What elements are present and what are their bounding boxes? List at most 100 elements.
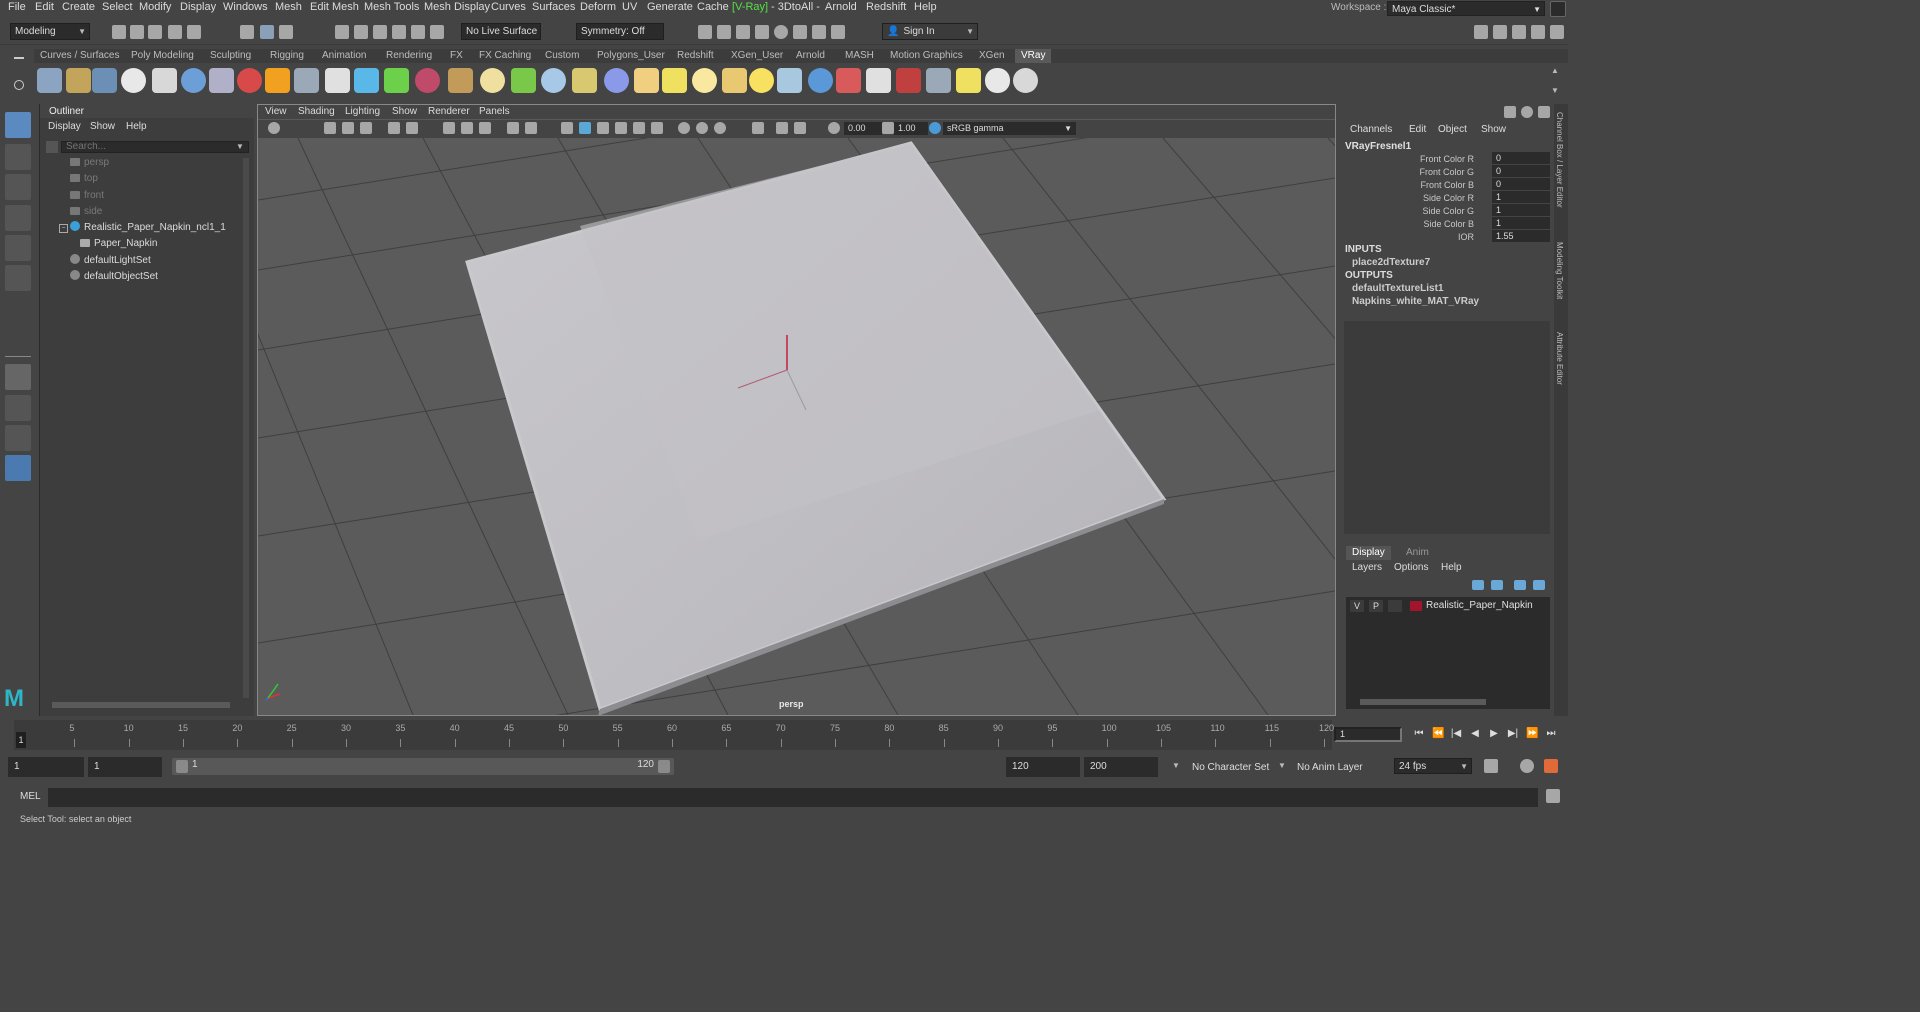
menu-deform[interactable]: Deform — [580, 1, 616, 13]
vray-fur-icon[interactable] — [92, 68, 117, 93]
vray-flag-icon[interactable] — [836, 68, 861, 93]
menu-create[interactable]: Create — [62, 1, 95, 13]
vray-grass-icon[interactable] — [511, 68, 536, 93]
pause-viewport-icon[interactable] — [831, 25, 845, 39]
vray-settings-icon[interactable] — [152, 68, 177, 93]
render-frame-icon[interactable] — [717, 25, 731, 39]
layer-name[interactable]: Realistic_Paper_Napkin — [1426, 599, 1533, 613]
viewport-menu-lighting[interactable]: Lighting — [345, 106, 380, 117]
outliner-item-top[interactable]: top — [70, 172, 98, 186]
ambient-occlusion-icon[interactable] — [678, 122, 690, 134]
workspace-dropdown[interactable]: Maya Classic* ▼ — [1387, 1, 1545, 16]
vray-texture-icon[interactable] — [448, 68, 473, 93]
layer-menu-help[interactable]: Help — [1441, 562, 1462, 573]
menu-arnold[interactable]: Arnold — [825, 1, 857, 13]
vray-curve-icon[interactable] — [572, 68, 597, 93]
hypershade-icon[interactable] — [774, 25, 788, 39]
vray-frame-buffer-icon[interactable] — [896, 68, 921, 93]
resolution-gate-icon[interactable] — [479, 122, 491, 134]
shelf-scroll-down-icon[interactable]: ▼ — [1551, 86, 1559, 95]
shelf-tab-rendering[interactable]: Rendering — [386, 49, 432, 63]
layer-playback-toggle[interactable]: P — [1369, 600, 1383, 612]
outliner-menu-show[interactable]: Show — [90, 121, 115, 132]
vray-sun-icon[interactable] — [749, 68, 774, 93]
mel-command-input[interactable] — [48, 788, 1538, 807]
attr-field-ior[interactable]: 1.55 — [1492, 230, 1550, 242]
menu-set-dropdown[interactable]: Modeling ▼ — [10, 23, 90, 40]
scale-tool-icon[interactable] — [5, 265, 31, 291]
menu-file[interactable]: File — [8, 1, 26, 13]
input-node-item[interactable]: place2dTexture7 — [1352, 257, 1430, 268]
mel-label[interactable]: MEL — [20, 791, 41, 802]
film-gate-icon[interactable] — [461, 122, 473, 134]
attr-field-side-color-g[interactable]: 1 — [1492, 204, 1550, 216]
camera-attributes-icon[interactable] — [324, 122, 336, 134]
chevron-down-icon[interactable]: ▼ — [236, 142, 244, 151]
new-layer-from-selection-icon[interactable] — [1533, 580, 1545, 590]
viewport-canvas[interactable] — [258, 138, 1335, 715]
textured-icon[interactable] — [615, 122, 627, 134]
vray-water-icon[interactable] — [354, 68, 379, 93]
vray-omni-light-icon[interactable] — [692, 68, 717, 93]
vray-half-dome-icon[interactable] — [634, 68, 659, 93]
snap-curve-icon[interactable] — [354, 25, 368, 39]
outliner-item-default-light-set[interactable]: defaultLightSet — [70, 254, 151, 268]
tool-settings-icon[interactable] — [1531, 25, 1545, 39]
character-set-icon[interactable]: ▼ — [1172, 761, 1180, 770]
output-node-item[interactable]: Napkins_white_MAT_VRay — [1352, 296, 1479, 307]
attr-field-front-color-b[interactable]: 0 — [1492, 178, 1550, 190]
move-tool-icon[interactable] — [5, 205, 31, 231]
lasso-tool-icon[interactable] — [5, 144, 31, 170]
side-tab-attribute-editor[interactable]: Attribute Editor — [1555, 332, 1564, 385]
step-back-frame-icon[interactable]: ⏪ — [1432, 728, 1444, 740]
live-surface-field[interactable]: No Live Surface — [461, 23, 541, 40]
vray-material-icon[interactable] — [181, 68, 206, 93]
vray-displacement-icon[interactable] — [294, 68, 319, 93]
attribute-editor-icon[interactable] — [1512, 25, 1526, 39]
outliner-menu-display[interactable]: Display — [48, 121, 81, 132]
two-d-pan-zoom-icon[interactable] — [388, 122, 400, 134]
render-settings-icon[interactable] — [755, 25, 769, 39]
animation-preferences-icon[interactable] — [1544, 759, 1558, 773]
vray-plane-icon[interactable] — [37, 68, 62, 93]
snap-live-icon[interactable] — [411, 25, 425, 39]
attr-field-side-color-b[interactable]: 1 — [1492, 217, 1550, 229]
vray-render-elements-icon[interactable] — [926, 68, 951, 93]
history-icon[interactable] — [430, 25, 444, 39]
vray-particle-icon[interactable] — [541, 68, 566, 93]
viewport-menu-view[interactable]: View — [265, 106, 287, 117]
lights-icon[interactable] — [633, 122, 645, 134]
select-by-component-icon[interactable] — [279, 25, 293, 39]
viewport-panel[interactable]: View Shading Lighting Show Renderer Pane… — [257, 104, 1336, 716]
shelf-scroll-up-icon[interactable]: ▲ — [1551, 66, 1559, 75]
shelf-tab-vray[interactable]: VRay — [1015, 49, 1052, 63]
vray-cloud-icon[interactable] — [985, 68, 1010, 93]
go-to-start-icon[interactable]: ⏮ — [1413, 728, 1425, 740]
snap-grid-icon[interactable] — [335, 25, 349, 39]
viewport-menu-renderer[interactable]: Renderer — [428, 106, 470, 117]
range-start-handle[interactable] — [176, 760, 188, 773]
animation-end-field[interactable]: 200 — [1084, 757, 1158, 777]
shadows-icon[interactable] — [651, 122, 663, 134]
shelf-tab-motion-graphics[interactable]: Motion Graphics — [890, 49, 963, 63]
playback-end-field[interactable]: 120 — [1006, 757, 1080, 777]
shelf-tab-animation[interactable]: Animation — [322, 49, 366, 63]
menu-generate[interactable]: Generate — [647, 1, 693, 13]
layer-row[interactable]: V P Realistic_Paper_Napkin — [1346, 599, 1546, 613]
render-setup-icon[interactable] — [793, 25, 807, 39]
vray-logo-icon[interactable] — [121, 68, 146, 93]
vray-light-lister-icon[interactable] — [956, 68, 981, 93]
vray-dome-light-icon[interactable] — [480, 68, 505, 93]
shelf-menu-icon[interactable] — [14, 57, 24, 59]
color-management-icon[interactable] — [929, 122, 941, 134]
rotate-tool-icon[interactable] — [5, 235, 31, 261]
channel-menu-edit[interactable]: Edit — [1409, 124, 1426, 135]
bookmark-icon[interactable] — [342, 122, 354, 134]
layer-menu-options[interactable]: Options — [1394, 562, 1428, 573]
time-ruler[interactable]: 1 5 10 15 20 25 30 35 40 45 50 55 60 65 70 75 80 85 90 95 1… — [14, 720, 1334, 750]
new-layer-icon[interactable] — [1514, 580, 1526, 590]
wireframe-icon[interactable] — [561, 122, 573, 134]
playback-start-field[interactable]: 1 — [88, 757, 162, 777]
current-frame-field[interactable] — [1334, 727, 1402, 742]
gamma-field[interactable]: 1.00 — [894, 122, 928, 135]
